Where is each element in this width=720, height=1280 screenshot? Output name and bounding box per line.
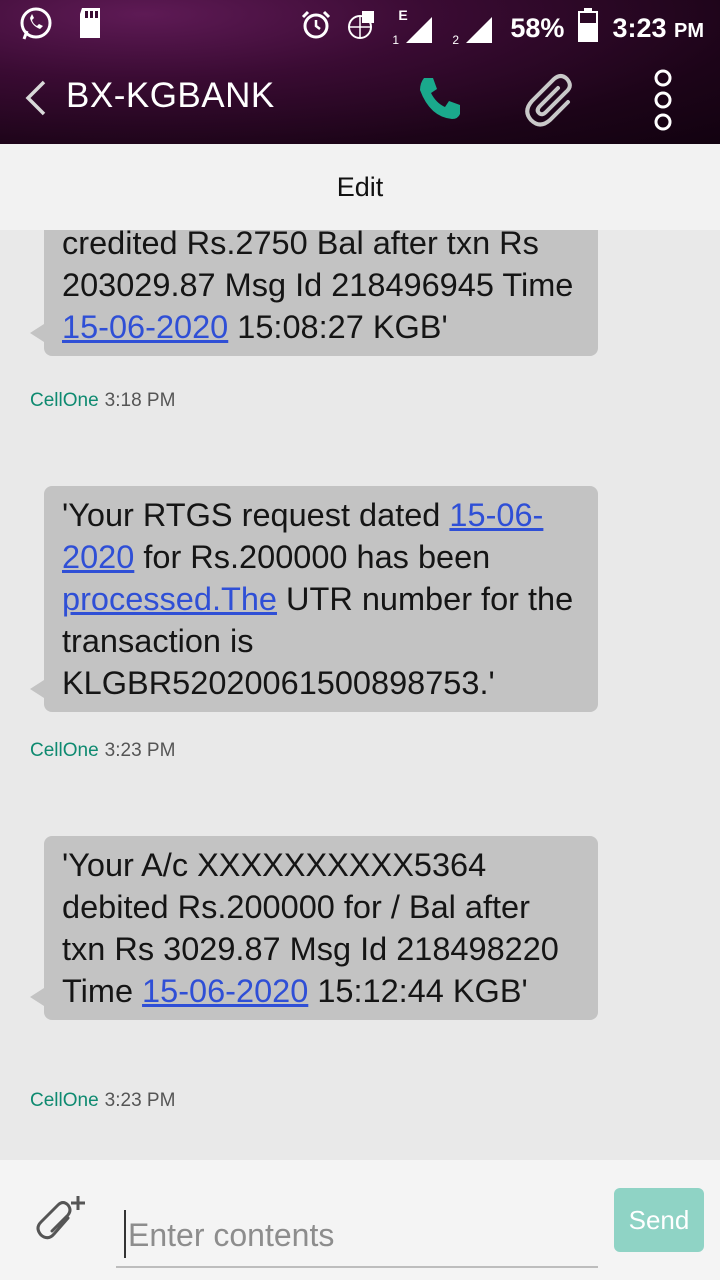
paperclip-icon[interactable] [524,72,580,128]
date-link[interactable]: 15-06-2020 [142,973,308,1009]
roaming-globe-icon [346,9,378,48]
edit-button[interactable]: Edit [0,144,720,230]
message-time: 3:23 PM [104,740,176,761]
message-thread[interactable]: credited Rs.2750 Bal after txn Rs 203029… [0,230,720,1160]
send-button[interactable]: Send [614,1188,704,1252]
message-meta: CellOne 3:18 PM [30,390,175,412]
message-input-wrap [116,1204,598,1268]
phone-icon[interactable] [414,72,466,124]
message-meta: CellOne 3:23 PM [30,740,175,762]
overflow-menu-icon[interactable] [648,64,678,136]
conversation-title: BX-KGBANK [66,76,275,115]
battery-percent: 58% [510,13,565,43]
app-bar: BX-KGBANK [0,60,720,140]
back-arrow-icon[interactable] [22,78,52,118]
sd-card-icon [76,6,104,49]
message-bubble[interactable]: credited Rs.2750 Bal after txn Rs 203029… [30,230,598,356]
url-link[interactable]: processed.The [62,581,277,617]
attach-add-icon[interactable] [34,1194,88,1248]
signal-sim2-icon: 2 [452,11,496,47]
whatsapp-icon [18,6,54,49]
sender-name: CellOne [30,390,99,411]
date-link[interactable]: 15-06-2020 [62,309,228,345]
message-bubble[interactable]: 'Your A/c XXXXXXXXXX5364 debited Rs.2000… [30,836,598,1020]
sender-name: CellOne [30,1090,99,1111]
message-bubble[interactable]: 'Your RTGS request dated 15-06-2020 for … [30,486,598,712]
message-time: 3:18 PM [104,390,176,411]
battery-icon [578,8,599,49]
signal-sim1-icon: E 1 [392,7,438,47]
message-time: 3:23 PM [104,1090,176,1111]
message-meta: CellOne 3:23 PM [30,1090,175,1112]
message-input[interactable] [126,1208,590,1262]
top-bar: E 1 2 58% 3:23 PM BX-KGBANK [0,0,720,144]
composer-bar: Send [0,1160,720,1280]
status-bar: E 1 2 58% 3:23 PM [0,0,720,50]
status-time: 3:23 PM [612,13,704,43]
sender-name: CellOne [30,740,99,761]
alarm-icon [300,9,332,48]
